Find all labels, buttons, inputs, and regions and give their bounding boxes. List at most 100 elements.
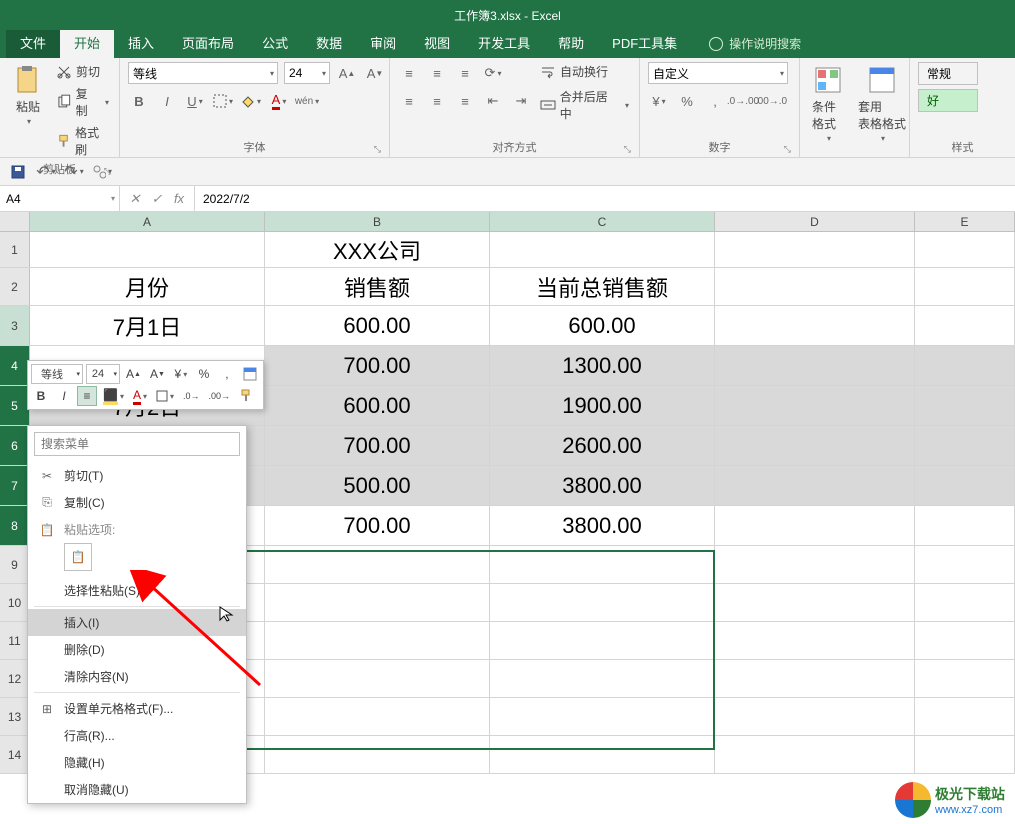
menu-row-height[interactable]: 行高(R)... (28, 722, 246, 749)
row-header-9[interactable]: 9 (0, 546, 30, 583)
conditional-format-button[interactable]: 条件格式▾ (808, 62, 848, 145)
number-launcher[interactable]: ⤡ (784, 144, 791, 155)
mini-increase-font[interactable]: A▲ (123, 364, 144, 384)
copy-button[interactable]: 复制▾ (54, 84, 111, 120)
cell-e4[interactable] (915, 346, 1015, 385)
row-header-1[interactable]: 1 (0, 232, 30, 267)
align-bottom-button[interactable]: ≡ (454, 62, 476, 84)
font-name-combo[interactable]: 等线▾ (128, 62, 278, 84)
cell-b2[interactable]: 销售额 (265, 268, 490, 305)
menu-insert[interactable]: 插入(I) (28, 609, 246, 636)
cell-d6[interactable] (715, 426, 915, 465)
mini-currency[interactable]: ¥▾ (171, 364, 191, 384)
cell-e5[interactable] (915, 386, 1015, 425)
formula-input[interactable]: 2022/7/2 (195, 192, 1015, 206)
menu-clear-contents[interactable]: 清除内容(N) (28, 663, 246, 690)
cancel-formula-button[interactable]: ✕ (126, 191, 144, 207)
tab-page-layout[interactable]: 页面布局 (168, 27, 248, 58)
cell-d8[interactable] (715, 506, 915, 545)
cell-b8[interactable]: 700.00 (265, 506, 490, 545)
increase-decimal-button[interactable]: .0→.00 (732, 90, 754, 112)
col-header-d[interactable]: D (715, 212, 915, 231)
align-middle-button[interactable]: ≡ (426, 62, 448, 84)
row-header-6[interactable]: 6 (0, 426, 30, 465)
cell-d2[interactable] (715, 268, 915, 305)
tell-me[interactable]: 操作说明搜索 (709, 35, 801, 58)
tab-formulas[interactable]: 公式 (248, 27, 302, 58)
mini-bold[interactable]: B (31, 386, 51, 406)
menu-delete[interactable]: 删除(D) (28, 636, 246, 663)
cell-c8[interactable]: 3800.00 (490, 506, 715, 545)
merge-center-button[interactable]: 合并后居中▾ (538, 87, 631, 123)
cell-b1[interactable]: XXX公司 (265, 232, 490, 267)
tab-view[interactable]: 视图 (410, 27, 464, 58)
wrap-text-button[interactable]: 自动换行 (538, 62, 631, 81)
cell-d4[interactable] (715, 346, 915, 385)
phonetic-button[interactable]: wén▾ (296, 90, 318, 112)
cell-d1[interactable] (715, 232, 915, 267)
enter-formula-button[interactable]: ✓ (148, 191, 166, 207)
font-color-button[interactable]: A▾ (268, 90, 290, 112)
cell-c4[interactable]: 1300.00 (490, 346, 715, 385)
number-format-combo[interactable]: 自定义▾ (648, 62, 788, 84)
style-normal[interactable]: 常规 (918, 62, 978, 85)
menu-paste-special[interactable]: 选择性粘贴(S)... (28, 577, 246, 604)
cell-e6[interactable] (915, 426, 1015, 465)
tab-insert[interactable]: 插入 (114, 27, 168, 58)
mini-align-center[interactable]: ≡ (77, 386, 97, 406)
mini-font-combo[interactable]: 等线▾ (31, 364, 83, 384)
col-header-e[interactable]: E (915, 212, 1015, 231)
mini-dec-decimal[interactable]: .00→ (206, 386, 234, 406)
underline-button[interactable]: U▾ (184, 90, 206, 112)
align-center-button[interactable]: ≡ (426, 90, 448, 112)
cell-c7[interactable]: 3800.00 (490, 466, 715, 505)
tab-review[interactable]: 审阅 (356, 27, 410, 58)
align-right-button[interactable]: ≡ (454, 90, 476, 112)
mini-border[interactable]: ▾ (153, 386, 177, 406)
cell-b3[interactable]: 600.00 (265, 306, 490, 345)
decrease-decimal-button[interactable]: .00→.0 (760, 90, 782, 112)
mini-comma[interactable]: , (217, 364, 237, 384)
row-header-11[interactable]: 11 (0, 622, 30, 659)
clipboard-launcher[interactable]: ⤡ (104, 166, 111, 177)
cell-b6[interactable]: 700.00 (265, 426, 490, 465)
cell-d5[interactable] (715, 386, 915, 425)
increase-font-button[interactable]: A▲ (336, 62, 358, 84)
row-header-7[interactable]: 7 (0, 466, 30, 505)
border-button[interactable]: ▾ (212, 90, 234, 112)
row-header-10[interactable]: 10 (0, 584, 30, 621)
cell-b5[interactable]: 600.00 (265, 386, 490, 425)
row-header-4[interactable]: 4 (0, 346, 30, 385)
row-header-14[interactable]: 14 (0, 736, 30, 773)
cell-b4[interactable]: 700.00 (265, 346, 490, 385)
cell-e8[interactable] (915, 506, 1015, 545)
mini-percent[interactable]: % (194, 364, 214, 384)
col-header-a[interactable]: A (30, 212, 265, 231)
increase-indent-button[interactable]: ⇥ (510, 90, 532, 112)
mini-format-table[interactable] (240, 364, 260, 384)
decrease-font-button[interactable]: A▼ (364, 62, 386, 84)
row-header-2[interactable]: 2 (0, 268, 30, 305)
mini-font-color[interactable]: A▾ (130, 386, 150, 406)
cell-e7[interactable] (915, 466, 1015, 505)
tab-home[interactable]: 开始 (60, 27, 114, 58)
cell-e1[interactable] (915, 232, 1015, 267)
format-painter-button[interactable]: 格式刷 (54, 123, 111, 159)
align-launcher[interactable]: ⤡ (624, 144, 631, 155)
menu-format-cells[interactable]: ⊞设置单元格格式(F)... (28, 695, 246, 722)
paste-button[interactable]: 粘贴▾ (8, 62, 48, 128)
fx-button[interactable]: fx (170, 191, 188, 206)
decrease-indent-button[interactable]: ⇤ (482, 90, 504, 112)
cell-c5[interactable]: 1900.00 (490, 386, 715, 425)
menu-unhide[interactable]: 取消隐藏(U) (28, 776, 246, 803)
tab-pdf-tools[interactable]: PDF工具集 (598, 27, 691, 58)
col-header-c[interactable]: C (490, 212, 715, 231)
cell-b7[interactable]: 500.00 (265, 466, 490, 505)
row-header-12[interactable]: 12 (0, 660, 30, 697)
percent-button[interactable]: % (676, 90, 698, 112)
cut-button[interactable]: 剪切 (54, 62, 111, 81)
menu-search-input[interactable] (34, 432, 240, 456)
comma-button[interactable]: , (704, 90, 726, 112)
cell-c1[interactable] (490, 232, 715, 267)
cell-c3[interactable]: 600.00 (490, 306, 715, 345)
